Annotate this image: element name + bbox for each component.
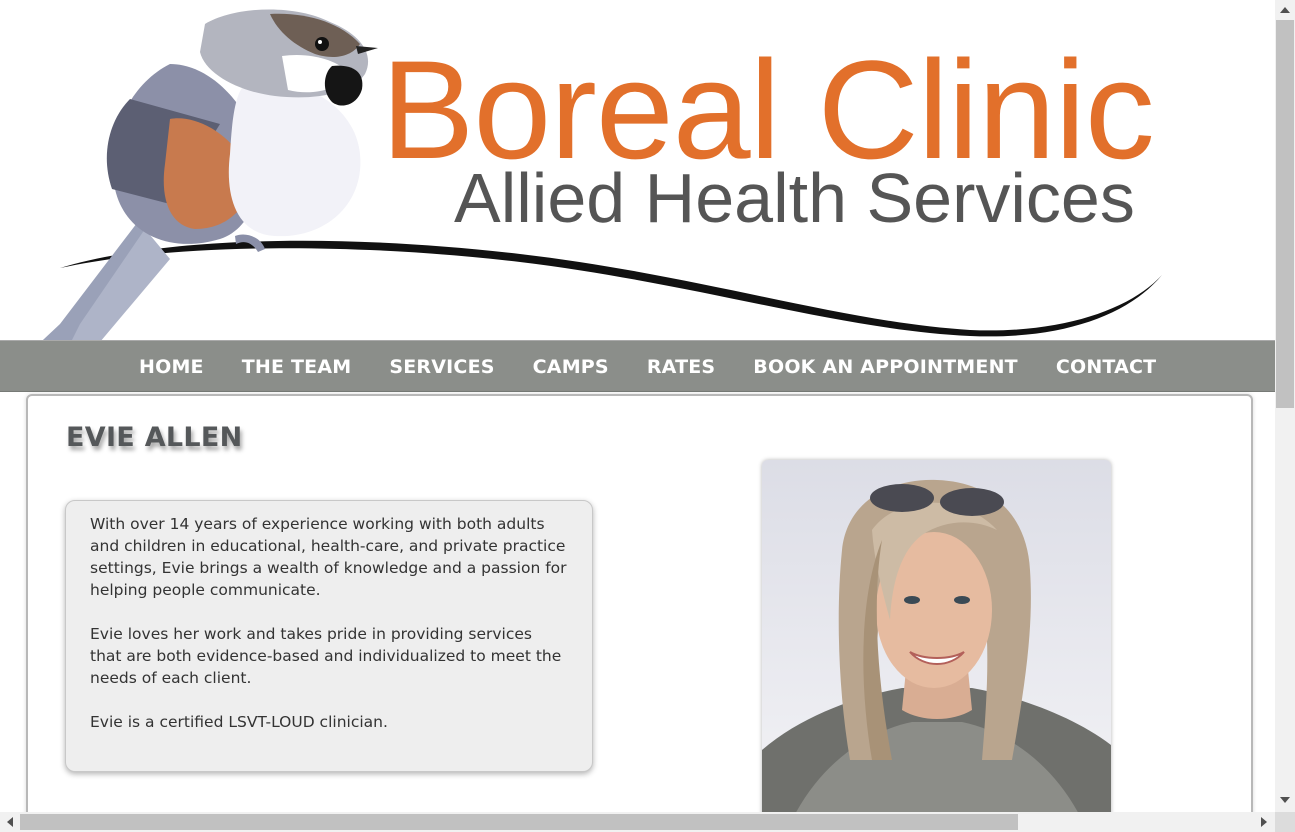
chickadee-bird-icon — [28, 9, 378, 356]
nav-home[interactable]: HOME — [120, 356, 223, 378]
main-nav: HOME THE TEAM SERVICES CAMPS RATES BOOK … — [0, 340, 1275, 392]
horizontal-scrollbar-thumb[interactable] — [20, 814, 1018, 830]
nav-camps[interactable]: CAMPS — [514, 356, 628, 378]
page: Boreal Clinic Allied Health Services HOM… — [0, 0, 1275, 812]
brand-subtitle: Allied Health Services — [454, 159, 1135, 237]
bio-paragraph: With over 14 years of experience working… — [90, 515, 567, 599]
vertical-scrollbar-thumb[interactable] — [1276, 20, 1294, 408]
portrait-photo — [762, 460, 1111, 812]
scrollbar-corner — [1275, 812, 1295, 832]
content-panel: EVIE ALLEN With over 14 years of experie… — [26, 394, 1253, 812]
scroll-left-arrow-icon[interactable] — [7, 817, 13, 827]
nav-rates[interactable]: RATES — [628, 356, 734, 378]
page-title: EVIE ALLEN — [66, 422, 243, 453]
nav-services[interactable]: SERVICES — [370, 356, 513, 378]
bio-paragraph: Evie is a certified LSVT-LOUD clinician. — [90, 713, 388, 731]
bio-box: With over 14 years of experience working… — [65, 500, 593, 772]
nav-book-appointment[interactable]: BOOK AN APPOINTMENT — [734, 356, 1037, 378]
portrait-illustration — [762, 460, 1111, 812]
scroll-up-arrow-icon[interactable] — [1280, 7, 1290, 13]
nav-contact[interactable]: CONTACT — [1037, 356, 1176, 378]
bio-paragraph: Evie loves her work and takes pride in p… — [90, 625, 562, 687]
scroll-down-arrow-icon[interactable] — [1280, 797, 1290, 803]
nav-the-team[interactable]: THE TEAM — [223, 356, 371, 378]
site-header: Boreal Clinic Allied Health Services — [0, 0, 1275, 356]
scroll-right-arrow-icon[interactable] — [1261, 817, 1267, 827]
